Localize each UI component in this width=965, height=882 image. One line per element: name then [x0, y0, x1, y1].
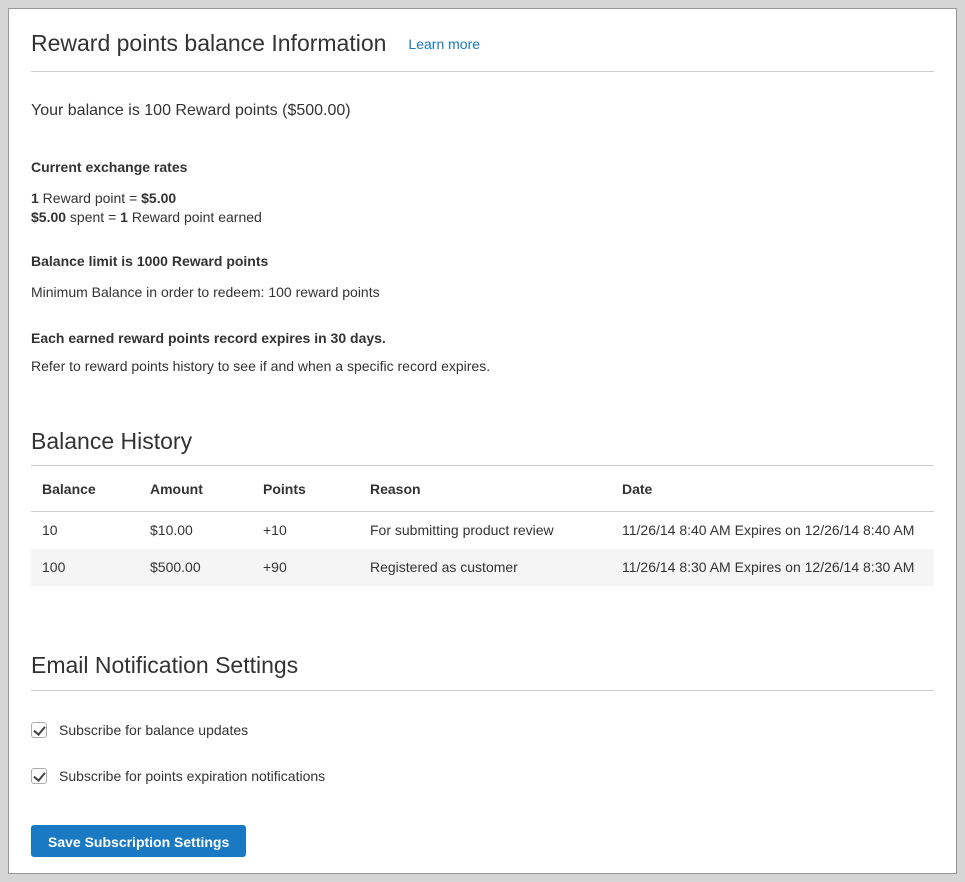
subscribe-balance-label: Subscribe for balance updates — [59, 722, 248, 738]
rate-earn-mid: Reward point = — [39, 190, 141, 206]
subscribe-balance-row: Subscribe for balance updates — [31, 722, 934, 738]
balance-summary: Your balance is 100 Reward points ($500.… — [31, 101, 934, 121]
email-settings-divider — [31, 690, 934, 691]
cell-reason: Registered as customer — [359, 549, 611, 586]
rate-spending-line: $5.00 spent = 1 Reward point earned — [31, 208, 934, 227]
cell-balance: 100 — [31, 549, 139, 586]
expiry-text: Each earned reward points record expires… — [31, 331, 934, 346]
exchange-rates-heading: Current exchange rates — [31, 160, 934, 175]
cell-amount: $10.00 — [139, 512, 252, 550]
column-header-amount: Amount — [139, 466, 252, 512]
cell-points: +90 — [252, 549, 359, 586]
reward-points-panel: Reward points balance Information Learn … — [8, 8, 957, 874]
cell-date: 11/26/14 8:40 AM Expires on 12/26/14 8:4… — [611, 512, 934, 550]
min-redeem-text: Minimum Balance in order to redeem: 100 … — [31, 285, 934, 300]
cell-balance: 10 — [31, 512, 139, 550]
rate-earn-value: $5.00 — [141, 190, 176, 206]
panel-header: Reward points balance Information Learn … — [31, 27, 934, 59]
expiry-note-text: Refer to reward points history to see if… — [31, 359, 934, 374]
subscribe-balance-checkbox[interactable] — [31, 722, 47, 738]
subscribe-expiration-row: Subscribe for points expiration notifica… — [31, 768, 934, 784]
rate-spend-mid: spent = — [66, 209, 120, 225]
page-title: Reward points balance Information — [31, 27, 386, 59]
balance-history-title: Balance History — [31, 426, 934, 456]
subscribe-expiration-label: Subscribe for points expiration notifica… — [59, 768, 325, 784]
table-row: 10 $10.00 +10 For submitting product rev… — [31, 512, 934, 550]
column-header-balance: Balance — [31, 466, 139, 512]
rate-earn-points: 1 — [31, 190, 39, 206]
header-divider — [31, 71, 934, 72]
subscribe-expiration-checkbox[interactable] — [31, 768, 47, 784]
cell-date: 11/26/14 8:30 AM Expires on 12/26/14 8:3… — [611, 549, 934, 586]
balance-limit-text: Balance limit is 1000 Reward points — [31, 254, 934, 269]
rate-spend-points: 1 — [120, 209, 128, 225]
exchange-rates: 1 Reward point = $5.00 $5.00 spent = 1 R… — [31, 189, 934, 227]
column-header-date: Date — [611, 466, 934, 512]
rate-earning-line: 1 Reward point = $5.00 — [31, 189, 934, 208]
rate-spend-value: $5.00 — [31, 209, 66, 225]
cell-points: +10 — [252, 512, 359, 550]
column-header-reason: Reason — [359, 466, 611, 512]
rate-spend-tail: Reward point earned — [128, 209, 262, 225]
balance-history-table: Balance Amount Points Reason Date 10 $10… — [31, 465, 934, 586]
cell-reason: For submitting product review — [359, 512, 611, 550]
table-row: 100 $500.00 +90 Registered as customer 1… — [31, 549, 934, 586]
column-header-points: Points — [252, 466, 359, 512]
email-settings-title: Email Notification Settings — [31, 650, 934, 680]
learn-more-link[interactable]: Learn more — [408, 36, 480, 52]
save-subscription-button[interactable]: Save Subscription Settings — [31, 825, 246, 857]
table-header-row: Balance Amount Points Reason Date — [31, 466, 934, 512]
cell-amount: $500.00 — [139, 549, 252, 586]
